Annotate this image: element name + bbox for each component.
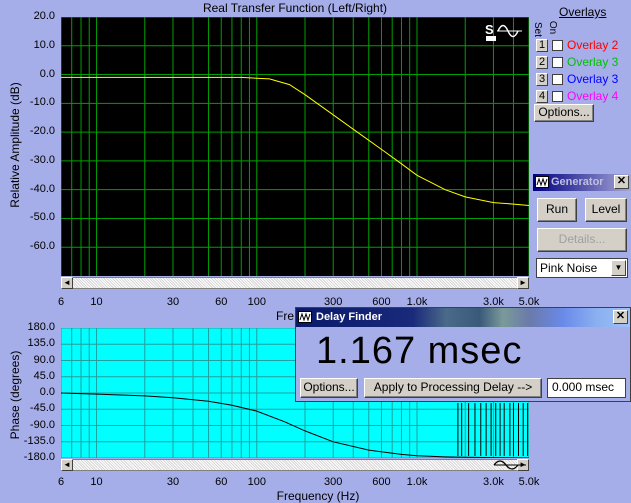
top-chart-y-tick-label: -40.0 xyxy=(29,182,55,195)
bottom-chart-x-tick-label: 10 xyxy=(90,476,103,488)
generator-signal-select[interactable]: Pink Noise ▼ xyxy=(536,258,628,278)
series-line-0 xyxy=(61,76,529,206)
delay-finder-titlebar: Delay Finder ✕ xyxy=(296,308,630,327)
overlays-col-set: Set xyxy=(532,21,544,38)
bottom-chart-y-tick-label: -135.0 xyxy=(23,434,55,447)
bottom-chart-x-tick-label: 100 xyxy=(247,476,266,488)
overlay-set-button[interactable]: 1 xyxy=(536,39,548,52)
generator-icon xyxy=(535,176,549,188)
bottom-chart-y-tick-label: 45.0 xyxy=(33,369,55,382)
top-chart-y-tick-label: -60.0 xyxy=(29,240,55,253)
top-chart-scrollbar[interactable]: ◄ ► xyxy=(61,277,529,289)
generator-run-button[interactable]: Run xyxy=(537,198,577,222)
overlays-col-on: On xyxy=(547,20,559,35)
generator-title: Generator xyxy=(551,176,604,188)
generator-panel: Generator ✕ Run Level Details... Pink No… xyxy=(533,174,631,284)
delay-finder-icon xyxy=(298,311,312,323)
bottom-chart-y-tick-label: -90.0 xyxy=(29,418,55,431)
bottom-chart-x-tick-label: 60 xyxy=(215,476,228,488)
top-chart-y-tick-label: -30.0 xyxy=(29,153,55,166)
bottom-chart-y-tick-label: 180.0 xyxy=(27,321,55,333)
overlay-on-checkbox[interactable] xyxy=(552,91,563,102)
top-chart-plot[interactable] xyxy=(61,17,529,276)
bottom-chart-x-tick-label: 5.0k xyxy=(518,476,540,488)
generator-signal-value: Pink Noise xyxy=(540,261,598,275)
delay-finder-title: Delay Finder xyxy=(316,311,383,323)
delay-finder-window: Delay Finder ✕ 1.167 msec Options... App… xyxy=(295,307,631,402)
top-chart-y-tick-label: 0.0 xyxy=(39,67,55,80)
bottom-chart-y-tick-label: 0.0 xyxy=(39,386,55,398)
top-chart-svg xyxy=(61,17,529,276)
bottom-chart-scrollbar[interactable]: ◄ ► xyxy=(61,459,529,471)
overlay-on-checkbox[interactable] xyxy=(552,74,563,85)
bottom-chart-y-tick-label: -45.0 xyxy=(29,402,55,415)
top-chart-xlabel: Fre xyxy=(276,309,294,323)
overlay-on-checkbox[interactable] xyxy=(552,40,563,51)
close-icon[interactable]: ✕ xyxy=(614,175,629,189)
close-icon[interactable]: ✕ xyxy=(613,310,628,324)
bottom-chart-y-tick-label: 135.0 xyxy=(27,337,55,350)
bottom-chart-x-tick-label: 1.0k xyxy=(406,476,428,488)
bottom-chart-y-tick-label: -180.0 xyxy=(23,451,55,463)
bottom-chart-xlabel: Frequency (Hz) xyxy=(276,489,360,503)
top-chart-y-tick-label: -20.0 xyxy=(29,125,55,138)
scale-sine-icon[interactable]: S xyxy=(484,20,524,44)
top-chart-y-tick-label: 10.0 xyxy=(33,38,55,51)
overlay-label: Overlay 3 xyxy=(567,72,619,86)
top-chart-x-tick-label: 6 xyxy=(57,296,65,308)
scale-sine-icon[interactable] xyxy=(492,458,528,472)
bottom-chart-x-tick-label: 3.0k xyxy=(483,476,504,488)
top-chart-y-tick-label: -10.0 xyxy=(29,96,55,109)
bottom-chart-x-tick-label: 300 xyxy=(324,476,343,488)
bottom-chart-y-tick-label: 90.0 xyxy=(33,353,55,366)
top-chart-x-tick-label: 10 xyxy=(90,296,103,308)
overlay-set-button[interactable]: 3 xyxy=(536,73,548,86)
top-chart-y-tick-label: -50.0 xyxy=(29,211,55,224)
overlay-set-button[interactable]: 2 xyxy=(536,56,548,69)
scroll-left-button[interactable]: ◄ xyxy=(61,277,73,289)
svg-text:S: S xyxy=(485,22,494,37)
apply-processing-delay-button[interactable]: Apply to Processing Delay --> xyxy=(364,378,542,398)
overlay-label: Overlay 2 xyxy=(567,38,619,52)
scroll-right-button[interactable]: ► xyxy=(517,277,529,289)
top-chart-x-tick-label: 30 xyxy=(166,296,180,308)
overlay-label: Overlay 3 xyxy=(567,55,619,69)
scroll-left-button[interactable]: ◄ xyxy=(61,459,73,471)
delay-value-display: 1.167 msec xyxy=(316,330,523,372)
top-chart-x-tick-label: 100 xyxy=(247,296,266,308)
chevron-down-icon[interactable]: ▼ xyxy=(611,260,626,276)
overlays-options-button[interactable]: Options... xyxy=(534,104,594,122)
top-chart-x-tick-label: 60 xyxy=(215,296,228,308)
top-chart-title: Real Transfer Function (Left/Right) xyxy=(202,1,388,15)
overlays-header: Overlays xyxy=(559,5,607,19)
delay-options-button[interactable]: Options... xyxy=(300,378,358,398)
generator-details-button[interactable]: Details... xyxy=(537,228,627,252)
bottom-chart-x-tick-label: 30 xyxy=(166,476,180,488)
delay-value-field[interactable]: 0.000 msec xyxy=(547,378,626,398)
generator-level-button[interactable]: Level xyxy=(585,198,627,222)
bottom-chart-x-tick-label: 6 xyxy=(57,476,65,488)
bottom-chart-x-tick-label: 600 xyxy=(372,476,391,488)
generator-titlebar: Generator ✕ xyxy=(533,174,631,191)
top-chart-y-tick-label: 20.0 xyxy=(33,10,55,22)
overlay-on-checkbox[interactable] xyxy=(552,57,563,68)
overlay-label: Overlay 4 xyxy=(567,89,619,103)
overlay-set-button[interactable]: 4 xyxy=(536,90,548,103)
